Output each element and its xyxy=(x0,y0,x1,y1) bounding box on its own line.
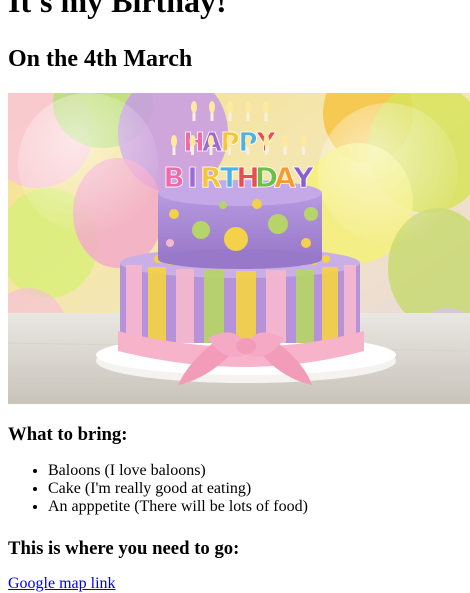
candle-flame xyxy=(227,101,233,113)
candle-flame xyxy=(282,135,288,147)
list-item: An apppetite (There will be lots of food… xyxy=(48,498,308,516)
candle-letter: Y xyxy=(292,161,314,194)
google-map-link[interactable]: Google map link xyxy=(8,575,116,593)
candle-flame xyxy=(245,135,251,147)
location-heading: This is where you need to go: xyxy=(8,538,240,559)
candle-flame xyxy=(171,135,177,147)
list-item: Cake (I'm really good at eating) xyxy=(48,480,308,498)
candle-letter: I xyxy=(187,161,197,194)
candle-flame xyxy=(300,135,307,147)
date-heading: On the 4th March xyxy=(8,46,193,72)
candle-flame xyxy=(208,135,214,147)
candle-letter: R xyxy=(200,161,222,194)
bring-heading: What to bring: xyxy=(8,424,128,445)
birthday-cake-image: HAPPY BIRTHDAY xyxy=(8,93,470,404)
candle-flame xyxy=(263,101,269,113)
candle-flame xyxy=(245,101,251,113)
candle-flame xyxy=(209,101,215,113)
list-item: Baloons (I love baloons) xyxy=(48,462,308,480)
candle-flame xyxy=(263,135,270,147)
page-content: It's my Birthay! On the 4th March B I R … xyxy=(8,0,470,592)
page-title: It's my Birthay! xyxy=(8,0,227,19)
candle-flame xyxy=(191,101,197,113)
candle-flame xyxy=(226,135,233,147)
bring-list: Baloons (I love baloons) Cake (I'm reall… xyxy=(8,462,308,516)
candle-flame xyxy=(189,135,196,147)
candle-letter: B xyxy=(163,161,184,194)
